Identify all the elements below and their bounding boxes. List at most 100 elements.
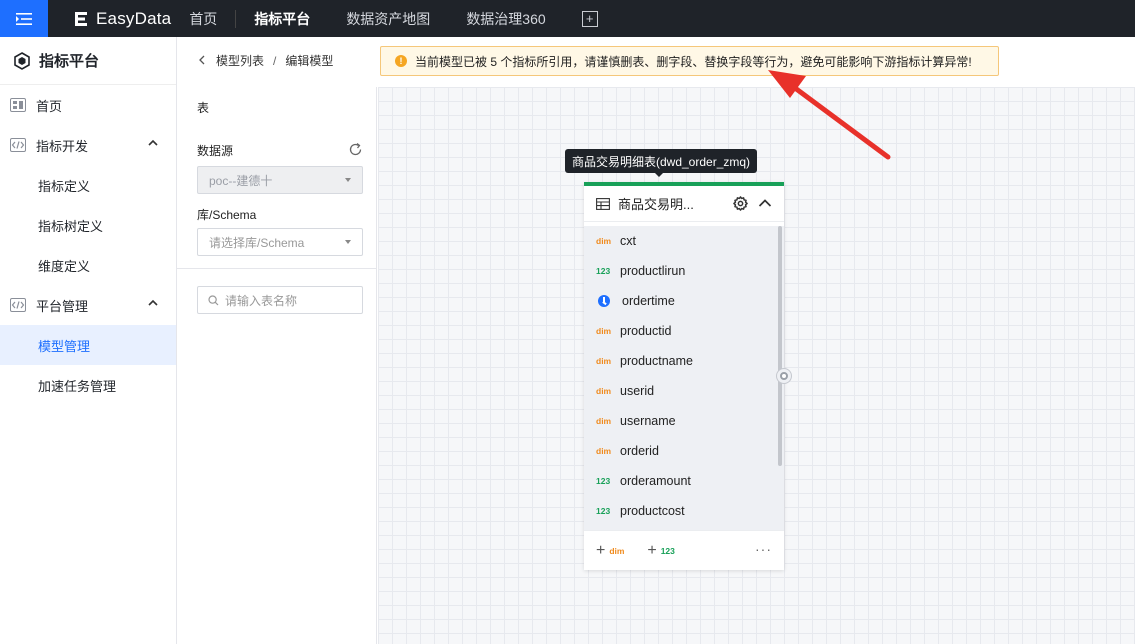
alert-text: 当前模型已被 5 个指标所引用，请谨慎删表、删字段、替换字段等行为，避免可能影响… <box>415 54 972 69</box>
field-row[interactable]: dim productname <box>584 346 784 376</box>
field-row[interactable]: dim productid <box>584 316 784 346</box>
menu-toggle-button[interactable] <box>0 0 48 37</box>
field-name: productid <box>620 324 672 338</box>
breadcrumb: 模型列表 / 编辑模型 <box>198 52 333 69</box>
logo-icon <box>75 11 87 26</box>
dim-type-badge: dim <box>596 326 612 336</box>
field-row[interactable]: 123 productcost <box>584 496 784 526</box>
sidebar-group-platform-admin[interactable]: 平台管理 <box>0 285 176 325</box>
field-name: username <box>620 414 676 428</box>
field-name: ordertime <box>622 294 675 308</box>
sidebar-title: 指标平台 <box>0 37 176 85</box>
table-node-name: 商品交易明... <box>618 197 694 212</box>
breadcrumb-model-list-link[interactable]: 模型列表 <box>216 52 264 69</box>
dim-type-badge: dim <box>596 356 612 366</box>
sidebar-item-label: 平台管理 <box>36 298 89 314</box>
chevron-up-icon <box>148 139 158 146</box>
schema-select[interactable]: 请选择库/Schema <box>197 228 363 256</box>
nav-home[interactable]: 首页 <box>185 9 237 28</box>
breadcrumb-current: 编辑模型 <box>285 54 334 68</box>
nav-metric-platform[interactable]: 指标平台 <box>236 0 328 37</box>
add-tab-button[interactable]: + <box>581 10 598 27</box>
sidebar-group-metric-dev[interactable]: 指标开发 <box>0 125 176 165</box>
gear-icon[interactable] <box>733 196 748 211</box>
field-row[interactable]: dim username <box>584 406 784 436</box>
field-row[interactable]: dim userid <box>584 376 784 406</box>
panel-divider <box>177 268 376 269</box>
reference-warning-alert: ! 当前模型已被 5 个指标所引用，请谨慎删表、删字段、替换字段等行为，避免可能… <box>380 46 999 76</box>
field-name: productlirun <box>620 264 686 278</box>
back-chevron-icon[interactable] <box>198 54 206 68</box>
field-list-scrollbar[interactable] <box>778 226 782 466</box>
table-source-panel: 表 数据源 poc--建德十 库/Schema 请选择库/Schema 请输入表… <box>177 87 377 644</box>
sidebar-item-acceleration-tasks[interactable]: 加速任务管理 <box>0 365 176 405</box>
add-dimension-button[interactable]: + dim <box>596 541 633 559</box>
nav-data-asset-map[interactable]: 数据资产地图 <box>328 0 448 37</box>
field-name: orderamount <box>620 474 691 488</box>
nav-data-governance[interactable]: 数据治理360 <box>448 0 563 37</box>
sidebar-item-dimension-def[interactable]: 维度定义 <box>0 245 176 285</box>
connection-handle[interactable] <box>777 369 791 383</box>
code-icon <box>10 298 26 312</box>
sidebar-item-label: 首页 <box>36 98 63 114</box>
field-row[interactable]: dim orderid <box>584 436 784 466</box>
breadcrumb-separator: / <box>273 53 277 68</box>
platform-icon <box>14 51 30 70</box>
field-name: orderid <box>620 444 659 458</box>
table-node-footer: + dim + 123 ··· <box>584 530 784 570</box>
logo-text: EasyData <box>96 8 172 28</box>
table-node-card[interactable]: 商品交易明... dim cxt 123 productlirun ordert… <box>584 182 784 570</box>
refresh-icon[interactable] <box>348 142 363 157</box>
search-placeholder: 请输入表名称 <box>225 293 298 308</box>
field-row[interactable]: dim cxt <box>584 226 784 256</box>
dim-type-badge: dim <box>596 416 612 426</box>
chevron-up-icon <box>148 299 158 306</box>
datasource-select: poc--建德十 <box>197 166 363 194</box>
top-nav: 首页 指标平台 数据资产地图 数据治理360 + <box>185 0 598 37</box>
caret-down-icon <box>345 240 351 244</box>
field-row[interactable]: 123 orderamount <box>584 466 784 496</box>
field-row[interactable]: 123 productlirun <box>584 256 784 286</box>
schema-placeholder: 请选择库/Schema <box>209 235 305 250</box>
dim-type-badge: dim <box>596 446 612 456</box>
collapse-chevron-icon[interactable] <box>758 198 772 208</box>
app-logo[interactable]: EasyData <box>72 9 171 29</box>
numeric-type-badge: 123 <box>596 266 611 276</box>
dim-type-badge: dim <box>596 386 612 396</box>
numeric-type-badge: 123 <box>596 506 611 516</box>
sidebar-item-model-management[interactable]: 模型管理 <box>0 325 176 365</box>
table-name-tooltip: 商品交易明细表(dwd_order_zmq) <box>565 149 758 177</box>
menu-icon <box>16 12 32 25</box>
sidebar: 指标平台 首页 指标开发 指标定义 指标树定义 维度定义 平台管理 模型管理 加… <box>0 37 177 644</box>
sidebar-item-metric-tree[interactable]: 指标树定义 <box>0 205 176 245</box>
more-options-icon[interactable]: ··· <box>755 541 772 557</box>
top-bar: EasyData 首页 指标平台 数据资产地图 数据治理360 + <box>0 0 1135 37</box>
datasource-label: 数据源 <box>197 144 234 158</box>
field-list[interactable]: dim cxt 123 productlirun ordertime dim p… <box>584 226 784 531</box>
field-name: userid <box>620 384 655 398</box>
table-search-input[interactable]: 请输入表名称 <box>197 286 363 314</box>
plus-icon: + <box>596 541 606 559</box>
search-icon <box>208 294 219 305</box>
sidebar-item-home[interactable]: 首页 <box>0 85 176 125</box>
datasource-value: poc--建德十 <box>209 173 273 188</box>
table-icon <box>596 197 610 210</box>
sidebar-item-label: 指标开发 <box>36 138 89 154</box>
clock-icon <box>598 295 610 307</box>
sidebar-item-metric-def[interactable]: 指标定义 <box>0 165 176 205</box>
field-row[interactable]: ordertime <box>584 286 784 316</box>
warning-icon: ! <box>395 55 407 67</box>
plus-icon: + <box>647 541 657 559</box>
plus-icon: + <box>585 11 594 26</box>
home-icon <box>10 98 26 112</box>
add-measure-button[interactable]: + 123 <box>647 541 684 559</box>
field-name: productname <box>620 354 693 368</box>
panel-section-title: 表 <box>197 101 210 115</box>
dim-type-badge: dim <box>596 236 612 246</box>
numeric-type-badge: 123 <box>596 476 611 486</box>
numeric-type-badge: 123 <box>660 545 675 556</box>
field-name: productcost <box>620 504 685 518</box>
table-node-header: 商品交易明... <box>584 186 784 222</box>
sidebar-title-text: 指标平台 <box>39 53 100 70</box>
schema-label: 库/Schema <box>197 208 257 222</box>
